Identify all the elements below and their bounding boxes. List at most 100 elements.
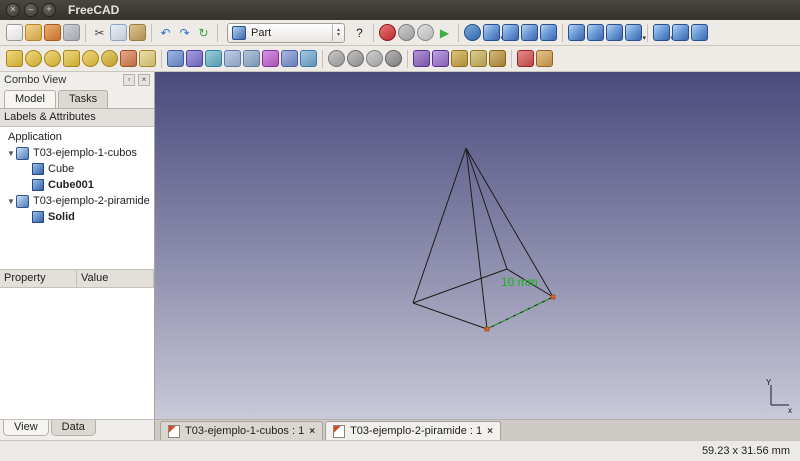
part-defeaturing-icon[interactable] <box>536 50 553 67</box>
whats-this-icon[interactable]: ? <box>351 24 368 41</box>
window-title: FreeCAD <box>68 3 120 17</box>
window-maximize-button[interactable]: + <box>42 3 56 17</box>
part-cross-sections-icon[interactable] <box>432 50 449 67</box>
part-tube-icon[interactable] <box>101 50 118 67</box>
part-offset-2d-icon[interactable] <box>470 50 487 67</box>
view-isometric-icon[interactable]: ▾ <box>483 24 504 42</box>
property-column-header[interactable]: Property <box>0 270 77 287</box>
toolbar-separator <box>647 23 648 42</box>
expand-arrow-icon[interactable]: ▼ <box>6 197 16 206</box>
tree-item-solid[interactable]: Solid <box>0 209 154 225</box>
tree-item-document-1[interactable]: ▼ T03-ejemplo-1-cubos <box>0 145 154 161</box>
view-axonometric-icon[interactable]: ▾ <box>625 24 646 42</box>
part-union-icon[interactable] <box>366 50 383 67</box>
view-bottom-icon[interactable] <box>587 24 604 41</box>
value-column-header[interactable]: Value <box>77 270 154 287</box>
tree-item-cube001[interactable]: Cube001 <box>0 177 154 193</box>
new-document-icon[interactable] <box>6 24 23 41</box>
labels-attributes-header: Labels & Attributes <box>0 109 154 127</box>
part-ruled-surface-icon[interactable] <box>262 50 279 67</box>
part-intersection-icon[interactable] <box>385 50 402 67</box>
redo-icon[interactable]: ↷ <box>176 24 193 41</box>
macro-execute-icon[interactable]: ▶ <box>436 24 453 41</box>
model-tree[interactable]: Application ▼ T03-ejemplo-1-cubos Cube C… <box>0 127 154 270</box>
tab-data[interactable]: Data <box>50 420 96 436</box>
paste-icon[interactable] <box>129 24 146 41</box>
draw-style-icon[interactable]: ▾ <box>653 24 674 42</box>
part-section-icon[interactable] <box>413 50 430 67</box>
workbench-selector-arrows[interactable]: ▴ ▾ <box>331 24 340 41</box>
tab-view[interactable]: View <box>3 420 49 436</box>
axis-y-label: Y <box>766 378 772 387</box>
part-loft-icon[interactable] <box>281 50 298 67</box>
document-tab-piramide[interactable]: T03-ejemplo-2-piramide : 1 × <box>325 421 501 440</box>
print-icon[interactable] <box>63 24 80 41</box>
highlighted-vertex[interactable] <box>484 326 490 332</box>
document-tab-cubos[interactable]: T03-ejemplo-1-cubos : 1 × <box>160 421 324 440</box>
pyramid-wireframe: 10 mm <box>412 147 556 332</box>
tree-item-cube[interactable]: Cube <box>0 161 154 177</box>
undo-icon[interactable]: ↶ <box>157 24 174 41</box>
refresh-icon[interactable]: ↻ <box>195 24 212 41</box>
workbench-selector[interactable]: Part ▴ ▾ <box>227 22 345 43</box>
part-thickness-icon[interactable] <box>489 50 506 67</box>
view-rear-icon[interactable] <box>568 24 585 41</box>
part-boolean-icon[interactable] <box>328 50 345 67</box>
dropdown-arrow-icon[interactable]: ▾ <box>642 34 646 42</box>
expand-arrow-icon[interactable]: ▼ <box>6 149 16 158</box>
measure-distance-icon[interactable] <box>672 24 689 41</box>
tree-item-label: Cube <box>48 163 75 175</box>
view-top-icon[interactable] <box>521 24 538 41</box>
tab-tasks[interactable]: Tasks <box>57 90 109 108</box>
view-left-icon[interactable] <box>606 24 623 41</box>
save-icon[interactable] <box>44 24 61 41</box>
window-close-button[interactable]: × <box>6 3 20 17</box>
part-extrude-icon[interactable] <box>167 50 184 67</box>
tab-close-icon[interactable]: × <box>487 426 493 437</box>
document-tab-icon <box>168 424 180 438</box>
panel-float-icon[interactable]: ▫ <box>123 74 135 86</box>
macro-user-icon[interactable] <box>417 24 434 41</box>
tree-item-document-2[interactable]: ▼ T03-ejemplo-2-piramide <box>0 193 154 209</box>
document-tab-label: T03-ejemplo-1-cubos : 1 <box>185 425 305 437</box>
window-minimize-button[interactable]: – <box>24 3 38 17</box>
property-table-body[interactable] <box>0 288 154 420</box>
part-torus-icon[interactable] <box>82 50 99 67</box>
part-revolve-icon[interactable] <box>186 50 203 67</box>
titlebar[interactable]: × – + FreeCAD <box>0 0 800 20</box>
file-edit-icon-group: ✂ ↶ ↷ ↻ <box>5 23 222 42</box>
part-cut-icon[interactable] <box>347 50 364 67</box>
macro-stop-icon[interactable] <box>398 24 415 41</box>
tab-model[interactable]: Model <box>4 90 56 108</box>
part-cylinder-icon[interactable] <box>25 50 42 67</box>
panel-close-icon[interactable]: × <box>138 74 150 86</box>
clipping-plane-icon[interactable] <box>691 24 708 41</box>
document-icon <box>16 146 29 160</box>
part-box-icon[interactable] <box>6 50 23 67</box>
spin-down-icon[interactable]: ▾ <box>337 32 340 38</box>
part-mirror-icon[interactable] <box>205 50 222 67</box>
property-table-header: Property Value <box>0 270 154 288</box>
cut-scissors-icon[interactable]: ✂ <box>91 24 108 41</box>
part-sphere-icon[interactable] <box>44 50 61 67</box>
tab-close-icon[interactable]: × <box>309 426 315 437</box>
view-right-icon[interactable] <box>540 24 557 41</box>
part-fillet-icon[interactable] <box>224 50 241 67</box>
part-chamfer-icon[interactable] <box>243 50 260 67</box>
part-shape-builder-icon[interactable] <box>139 50 156 67</box>
macro-record-icon[interactable] <box>379 24 396 41</box>
view-front-icon[interactable] <box>502 24 519 41</box>
part-check-geometry-icon[interactable] <box>517 50 534 67</box>
part-primitives-icon[interactable] <box>120 50 137 67</box>
view-fit-all-icon[interactable] <box>464 24 481 41</box>
tree-item-label: T03-ejemplo-2-piramide <box>33 195 150 207</box>
3d-viewport[interactable]: 10 mm Y x <box>155 72 800 419</box>
part-cone-icon[interactable] <box>63 50 80 67</box>
open-folder-icon[interactable] <box>25 24 42 41</box>
tree-item-application[interactable]: Application <box>0 129 154 145</box>
part-sweep-icon[interactable] <box>300 50 317 67</box>
highlighted-vertex[interactable] <box>550 294 556 300</box>
toolbar-separator <box>407 49 408 68</box>
copy-icon[interactable] <box>110 24 127 41</box>
part-offset-3d-icon[interactable] <box>451 50 468 67</box>
